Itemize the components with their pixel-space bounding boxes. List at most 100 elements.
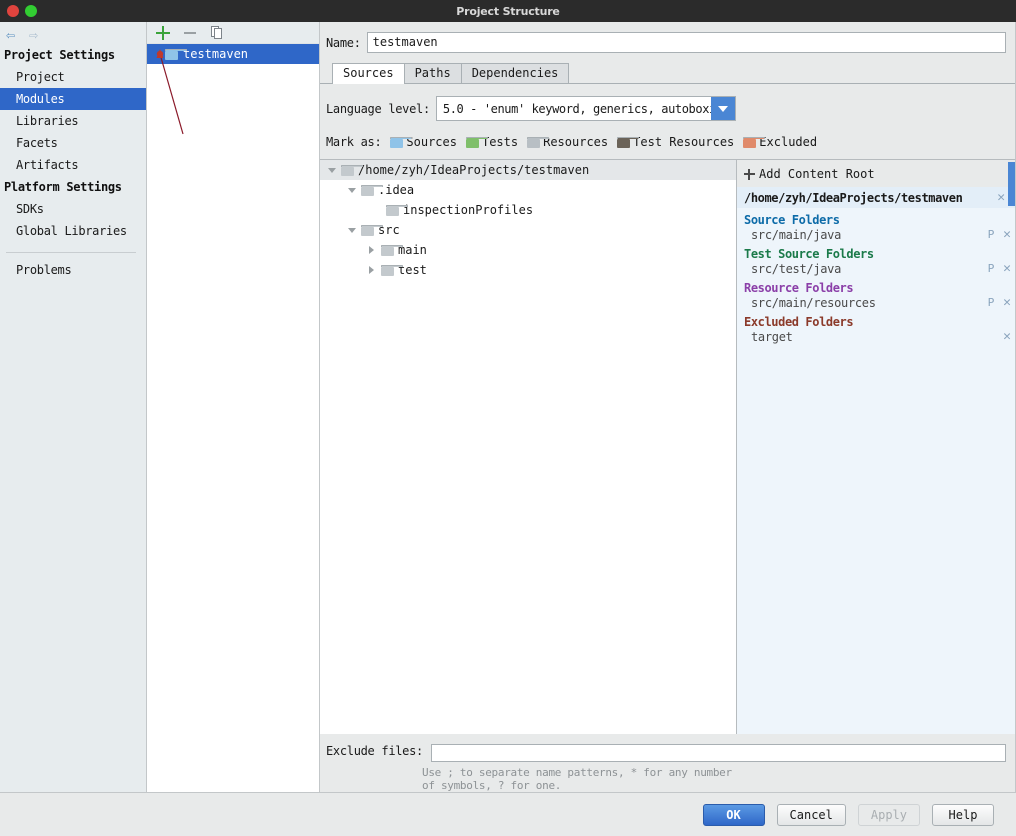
folder-entry-row: target ✕ <box>744 329 1015 344</box>
back-arrow-icon[interactable]: ⇦ <box>6 27 15 43</box>
tree-row[interactable]: main <box>320 240 736 260</box>
excluded-folder-icon <box>743 136 766 148</box>
content-root-panel: Add Content Root /home/zyh/IdeaProjects/… <box>737 160 1015 734</box>
maximize-window-button[interactable] <box>25 5 37 17</box>
tree-row[interactable]: inspectionProfiles <box>320 200 736 220</box>
copy-module-button[interactable] <box>209 25 225 41</box>
sidebar-divider <box>6 252 136 253</box>
add-content-root-label: Add Content Root <box>759 167 875 181</box>
sources-folder-icon <box>390 136 413 148</box>
mark-as-label: Mark as: <box>326 135 382 149</box>
mark-as-excluded-label: Excluded <box>759 135 818 149</box>
exclude-hint-line-1: Use ; to separate name patterns, * for a… <box>422 766 732 779</box>
language-level-select[interactable]: 5.0 - 'enum' keyword, generics, autoboxi… <box>435 96 736 121</box>
folder-icon <box>361 224 383 236</box>
tree-row[interactable]: src <box>320 220 736 240</box>
resource-folders-title: Resource Folders <box>744 281 854 295</box>
package-prefix-icon[interactable]: P <box>983 296 999 309</box>
module-tabs: Sources Paths Dependencies <box>320 53 1015 84</box>
add-content-root-button[interactable]: Add Content Root <box>737 160 1015 187</box>
exclude-files-input[interactable] <box>430 744 1006 762</box>
remove-content-root-icon[interactable]: ✕ <box>993 190 1009 205</box>
exclude-files-row: Exclude files: <box>326 744 1006 762</box>
module-folder-icon <box>165 48 187 60</box>
folder-entry-path: src/main/resources <box>751 295 876 310</box>
language-level-label: Language level: <box>326 101 430 116</box>
sidebar-item-sdks[interactable]: SDKs <box>0 198 146 220</box>
sidebar-item-global-libraries[interactable]: Global Libraries <box>0 220 146 242</box>
platform-settings-header: Platform Settings <box>4 180 122 194</box>
chevron-down-icon[interactable] <box>346 227 357 233</box>
mark-as-resources-button[interactable]: Resources <box>527 135 608 149</box>
tree-row-label: .idea <box>378 183 415 197</box>
content-root-scrollbar[interactable] <box>1008 160 1015 734</box>
exclude-files-label: Exclude files: <box>326 744 423 758</box>
tab-paths[interactable]: Paths <box>403 63 462 83</box>
project-settings-header: Project Settings <box>4 48 115 62</box>
module-list-item-label: testmaven <box>183 47 249 61</box>
content-area: /home/zyh/IdeaProjects/testmaven .idea i… <box>320 159 1015 734</box>
module-name-row: Name: testmaven <box>320 22 1015 53</box>
dialog-body: ⇦ ⇨ Project Settings Project Modules Lib… <box>0 22 1016 792</box>
cancel-button[interactable]: Cancel <box>776 803 846 826</box>
tree-row[interactable]: /home/zyh/IdeaProjects/testmaven <box>320 160 736 180</box>
folder-icon <box>341 164 363 176</box>
mark-as-row: Mark as: Sources Tests Resources Test Re… <box>320 121 1015 149</box>
tab-sources[interactable]: Sources <box>332 63 405 84</box>
package-prefix-icon[interactable]: P <box>983 228 999 241</box>
sidebar-item-problems[interactable]: Problems <box>0 259 146 281</box>
folder-entry-path: src/main/java <box>751 227 842 242</box>
add-module-button[interactable] <box>155 25 171 41</box>
apply-button: Apply <box>857 803 920 826</box>
ok-button[interactable]: OK <box>702 803 765 826</box>
test-resources-folder-icon <box>617 136 640 148</box>
tree-row-label: /home/zyh/IdeaProjects/testmaven <box>358 163 590 177</box>
mark-as-test-resources-label: Test Resources <box>633 135 735 149</box>
mark-as-sources-label: Sources <box>406 135 457 149</box>
language-level-value: 5.0 - 'enum' keyword, generics, autoboxi… <box>442 101 711 116</box>
help-button[interactable]: Help <box>932 803 994 826</box>
chevron-down-icon[interactable] <box>346 187 357 193</box>
exclude-hint-line-2: of symbols, ? for one. <box>422 779 562 792</box>
content-root-row: /home/zyh/IdeaProjects/testmaven ✕ <box>737 187 1015 208</box>
folder-icon <box>381 264 403 276</box>
forward-arrow-icon[interactable]: ⇨ <box>29 27 38 43</box>
sidebar-item-artifacts[interactable]: Artifacts <box>0 154 146 176</box>
tree-row[interactable]: .idea <box>320 180 736 200</box>
source-folders-group: Source Folders src/main/java P ✕ <box>737 208 1015 242</box>
mark-as-test-resources-button[interactable]: Test Resources <box>617 135 734 149</box>
plus-icon <box>744 168 755 180</box>
sidebar-item-facets[interactable]: Facets <box>0 132 146 154</box>
close-window-button[interactable] <box>7 5 19 17</box>
remove-module-button[interactable] <box>182 25 198 41</box>
folder-icon <box>386 204 408 216</box>
package-prefix-icon[interactable]: P <box>983 262 999 275</box>
chevron-down-icon[interactable] <box>710 97 735 120</box>
exclude-files-block: Exclude files: Use ; to separate name pa… <box>320 734 1015 792</box>
chevron-right-icon[interactable] <box>366 266 377 274</box>
window-controls <box>0 5 37 17</box>
source-folder-tree: /home/zyh/IdeaProjects/testmaven .idea i… <box>320 160 737 734</box>
module-list-item[interactable]: testmaven <box>147 44 319 64</box>
sidebar-item-modules[interactable]: Modules <box>0 88 146 110</box>
mark-as-excluded-button[interactable]: Excluded <box>743 135 817 149</box>
chevron-down-icon[interactable] <box>326 167 337 173</box>
scrollbar-thumb[interactable] <box>1008 162 1015 206</box>
tree-row-label: inspectionProfiles <box>403 203 534 217</box>
test-source-folders-title: Test Source Folders <box>744 247 874 261</box>
tree-row[interactable]: test <box>320 260 736 280</box>
sidebar-item-libraries[interactable]: Libraries <box>0 110 146 132</box>
folder-entry-row: src/main/java P ✕ <box>744 227 1015 242</box>
module-name-input[interactable]: testmaven <box>366 32 1006 53</box>
mark-as-tests-button[interactable]: Tests <box>465 135 518 149</box>
sidebar-item-project[interactable]: Project <box>0 66 146 88</box>
resources-folder-icon <box>527 136 550 148</box>
tests-folder-icon <box>465 136 488 148</box>
mark-as-sources-button[interactable]: Sources <box>390 135 457 149</box>
folder-entry-row: src/test/java P ✕ <box>744 261 1015 276</box>
chevron-right-icon[interactable] <box>366 246 377 254</box>
language-level-row: Language level: 5.0 - 'enum' keyword, ge… <box>320 84 1015 121</box>
source-folders-title: Source Folders <box>744 213 840 227</box>
excluded-folders-title: Excluded Folders <box>744 315 854 329</box>
tab-dependencies[interactable]: Dependencies <box>460 63 570 83</box>
